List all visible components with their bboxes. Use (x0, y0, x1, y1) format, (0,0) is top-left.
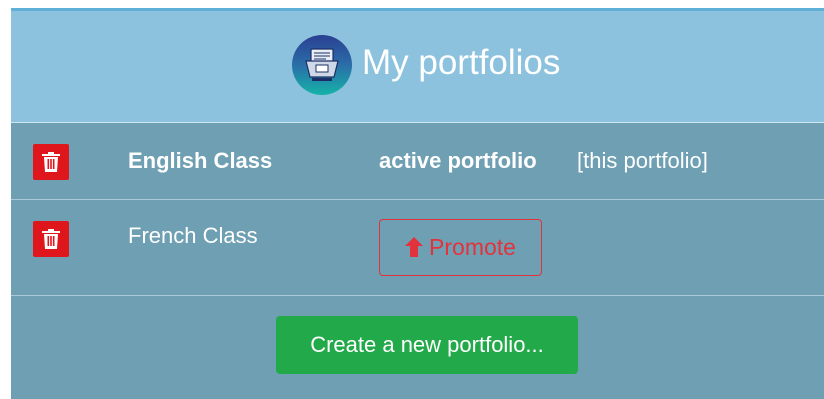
this-portfolio-note: [this portfolio] (577, 148, 708, 173)
portfolios-header: My portfolios (11, 11, 824, 123)
portfolio-folder-icon (292, 35, 352, 95)
promote-button[interactable]: Promote (379, 219, 542, 276)
portfolio-name: English Class (128, 148, 273, 173)
portfolio-name: French Class (128, 223, 258, 248)
arrow-up-icon (405, 236, 424, 257)
portfolio-row-french: French Class Promote (11, 200, 824, 296)
delete-portfolio-button[interactable] (33, 144, 69, 180)
page-title: My portfolios (362, 43, 561, 82)
portfolios-panel: My portfolios English Class active portf… (11, 8, 824, 399)
portfolio-row-english: English Class active portfolio [this por… (11, 123, 824, 200)
promote-label: Promote (429, 234, 516, 260)
create-portfolio-button[interactable]: Create a new portfolio... (276, 316, 578, 374)
trash-icon (42, 229, 60, 249)
trash-icon (42, 152, 60, 172)
delete-portfolio-button[interactable] (33, 221, 69, 257)
active-portfolio-label: active portfolio (379, 148, 537, 173)
